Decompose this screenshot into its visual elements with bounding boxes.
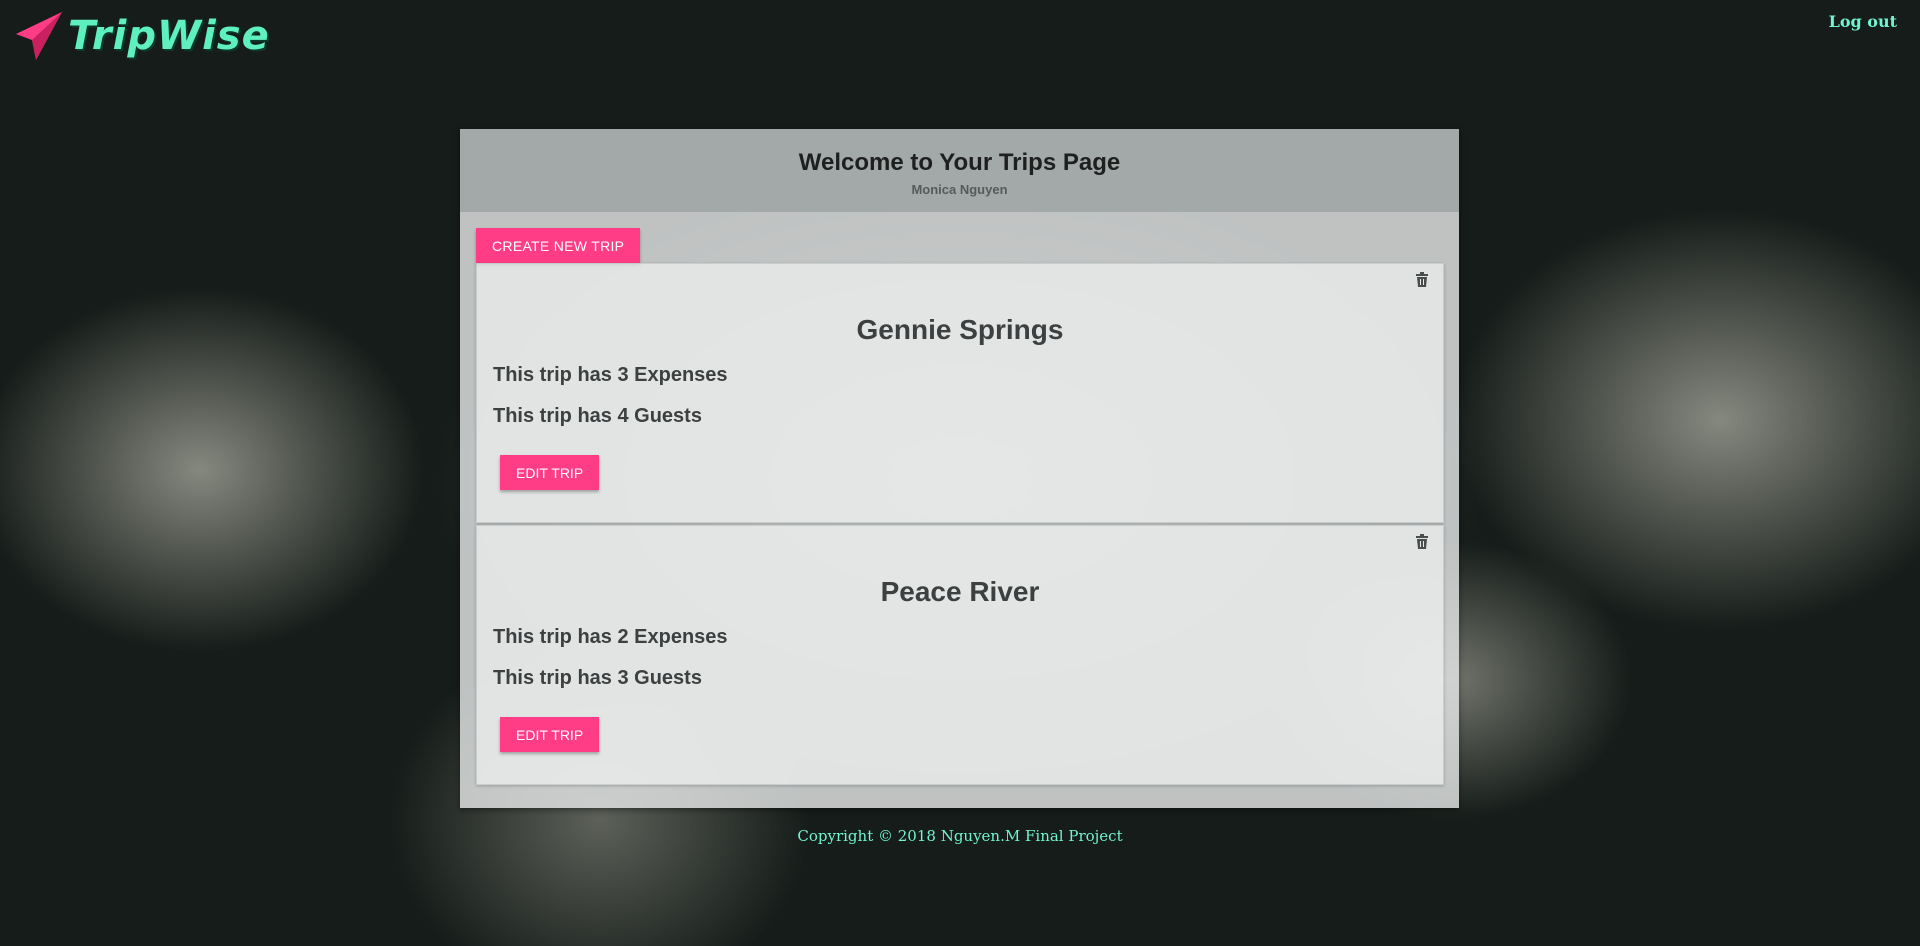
edit-trip-button[interactable]: EDIT TRIP xyxy=(500,455,600,490)
trash-icon[interactable] xyxy=(1415,272,1429,288)
trips-panel: Welcome to Your Trips Page Monica Nguyen… xyxy=(460,129,1459,808)
trip-expenses-count: This trip has 2 Expenses xyxy=(493,626,728,648)
trip-expenses-count: This trip has 3 Expenses xyxy=(493,364,728,386)
logout-link[interactable]: Log out xyxy=(1829,12,1897,31)
trip-guests-count: This trip has 4 Guests xyxy=(493,405,702,427)
edit-trip-button[interactable]: EDIT TRIP xyxy=(500,717,600,752)
trip-name: Gennie Springs xyxy=(856,314,1064,345)
user-name: Monica Nguyen xyxy=(911,182,1008,197)
trip-guests-count: This trip has 3 Guests xyxy=(493,667,702,689)
trip-card: Gennie Springs This trip has 3 Expenses … xyxy=(476,263,1444,523)
trip-card: Peace River This trip has 2 Expenses Thi… xyxy=(476,525,1444,785)
brand-logo[interactable]: TripWise xyxy=(14,10,270,62)
trash-icon[interactable] xyxy=(1415,534,1429,550)
paper-plane-icon xyxy=(16,12,62,60)
footer-copyright: Copyright © 2018 Nguyen.M Final Project xyxy=(797,827,1123,845)
top-bar: TripWise Log out xyxy=(0,0,1920,80)
brand-name: TripWise xyxy=(68,13,270,59)
page-title: Welcome to Your Trips Page xyxy=(798,149,1121,176)
trip-list: Gennie Springs This trip has 3 Expenses … xyxy=(476,263,1444,787)
create-new-trip-button[interactable]: CREATE NEW TRIP xyxy=(476,228,641,263)
trip-name: Peace River xyxy=(880,576,1040,607)
panel-header: Welcome to Your Trips Page Monica Nguyen xyxy=(460,129,1459,212)
